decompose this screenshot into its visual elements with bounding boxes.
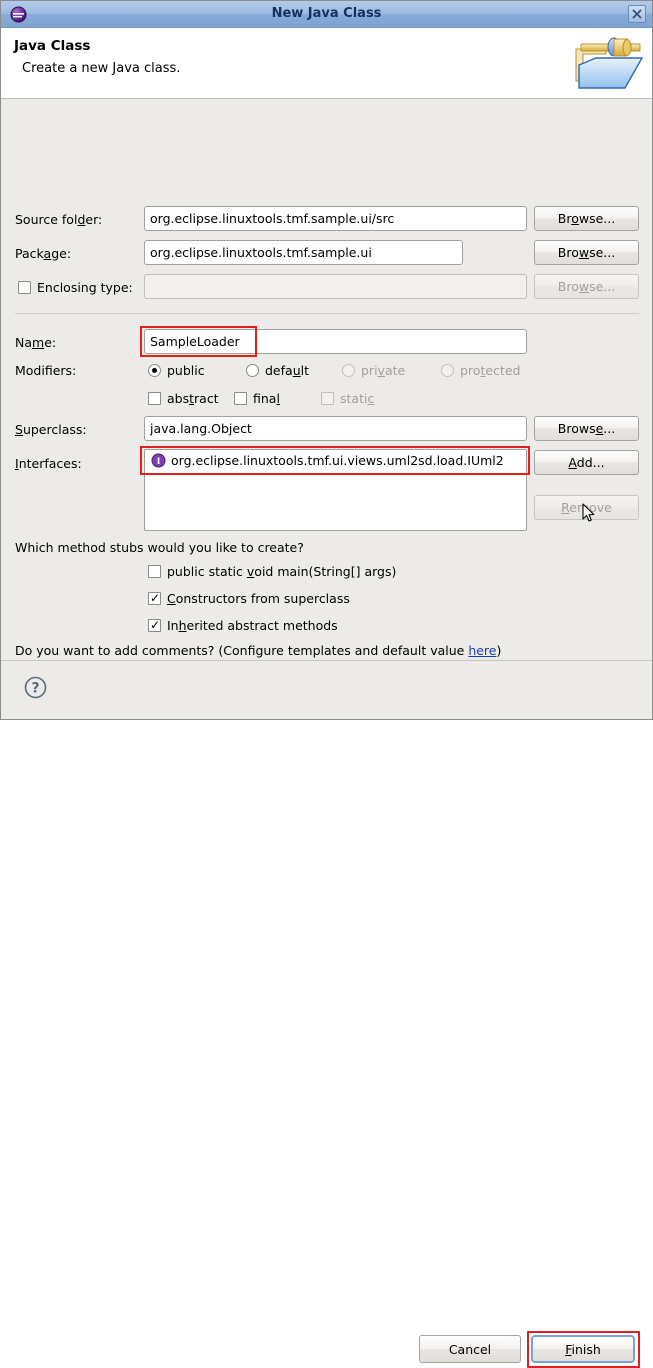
modifier-label-public: public [167, 363, 205, 378]
svg-text:?: ? [31, 681, 39, 697]
package-browse-button[interactable]: Browse... [534, 240, 639, 265]
name-label: Name: [15, 335, 57, 350]
modifier-label-default: default [265, 363, 309, 378]
stub-checkbox-main[interactable]: public static void main(String[] args) [148, 564, 396, 579]
wizard-header-subtitle: Create a new Java class. [22, 61, 181, 76]
checkbox-icon: ✓ [148, 591, 161, 605]
class-name-input[interactable]: SampleLoader [144, 329, 527, 354]
interfaces-list[interactable]: I org.eclipse.linuxtools.tmf.ui.views.um… [144, 449, 527, 531]
source-folder-input[interactable]: org.eclipse.linuxtools.tmf.sample.ui/src [144, 206, 527, 231]
interfaces-label: Interfaces: [15, 456, 82, 471]
superclass-input[interactable]: java.lang.Object [144, 416, 527, 441]
modifier-label-protected: protected [460, 363, 521, 378]
cancel-button[interactable]: Cancel [419, 1335, 521, 1363]
modifier-radio-default[interactable]: default [246, 363, 309, 378]
checkbox-icon [321, 392, 334, 405]
modifier-checkbox-final[interactable]: final [234, 391, 280, 406]
help-question-icon[interactable]: ? [23, 675, 48, 700]
separator-1 [15, 313, 639, 314]
modifier-radio-private[interactable]: private [342, 363, 405, 378]
checkbox-icon [148, 565, 161, 578]
modifier-label-private: private [361, 363, 406, 378]
interfaces-remove-button[interactable]: Remove [534, 495, 639, 520]
radio-icon [246, 364, 259, 377]
enclosing-type-label: Enclosing type: [37, 280, 133, 295]
dialog-title: New Java Class [271, 6, 382, 21]
superclass-label: Superclass: [15, 422, 87, 437]
checkbox-icon: ✓ [148, 618, 161, 632]
modifier-label-static: static [340, 391, 375, 406]
enclosing-type-checkbox[interactable]: Enclosing type: [18, 280, 133, 295]
modifier-radio-protected[interactable]: protected [441, 363, 520, 378]
configure-templates-link[interactable]: here [468, 643, 496, 658]
stub-label-inherited: Inherited abstract methods [167, 618, 338, 633]
source-folder-label: Source folder: [15, 212, 103, 227]
package-input[interactable]: org.eclipse.linuxtools.tmf.sample.ui [144, 240, 463, 265]
list-item[interactable]: I org.eclipse.linuxtools.tmf.ui.views.um… [145, 450, 526, 471]
comments-question-pre: Do you want to add comments? (Configure … [15, 643, 469, 658]
dialog-titlebar: New Java Class [1, 1, 652, 28]
comments-question-post: ) [496, 643, 502, 658]
modifiers-label: Modifiers: [15, 363, 77, 378]
wizard-body: Source folder: org.eclipse.linuxtools.tm… [1, 99, 652, 682]
wizard-header-title: Java Class [14, 38, 91, 54]
stub-checkbox-inherited[interactable]: ✓ Inherited abstract methods [148, 618, 338, 633]
svg-text:I: I [157, 457, 160, 467]
modifier-label-abstract: abstract [167, 391, 219, 406]
stub-label-constructors: Constructors from superclass [167, 591, 350, 606]
modifier-label-final: final [253, 391, 280, 406]
enclosing-type-browse-button[interactable]: Browse... [534, 274, 639, 299]
package-label: Package: [15, 246, 72, 261]
radio-icon [148, 364, 161, 377]
method-stubs-question: Which method stubs would you like to cre… [15, 540, 304, 555]
modifier-checkbox-abstract[interactable]: abstract [148, 391, 219, 406]
close-icon[interactable] [628, 5, 646, 23]
interfaces-add-button[interactable]: Add... [534, 450, 639, 475]
superclass-browse-button[interactable]: Browse... [534, 416, 639, 441]
stub-label-main: public static void main(String[] args) [167, 564, 397, 579]
checkbox-icon [148, 392, 161, 405]
stub-checkbox-constructors[interactable]: ✓ Constructors from superclass [148, 591, 350, 606]
source-folder-browse-button[interactable]: Browse... [534, 206, 639, 231]
new-java-class-dialog: New Java Class Java Class Create a new J… [0, 0, 653, 1368]
java-interface-icon: I [151, 453, 166, 468]
finish-button[interactable]: Finish [531, 1335, 635, 1363]
wizard-header: Java Class Create a new Java class. [1, 28, 652, 99]
radio-icon [342, 364, 355, 377]
new-java-class-wizard-banner-icon [559, 28, 647, 96]
modifier-checkbox-static[interactable]: static [321, 391, 374, 406]
checkbox-icon [234, 392, 247, 405]
radio-icon [441, 364, 454, 377]
enclosing-type-input[interactable] [144, 274, 527, 299]
interface-item-text: org.eclipse.linuxtools.tmf.ui.views.uml2… [171, 453, 504, 468]
checkbox-icon [18, 281, 31, 294]
modifier-radio-public[interactable]: public [148, 363, 205, 378]
comments-question: Do you want to add comments? (Configure … [15, 643, 501, 658]
dialog-button-bar: ? Cancel Finish [1, 660, 652, 1368]
